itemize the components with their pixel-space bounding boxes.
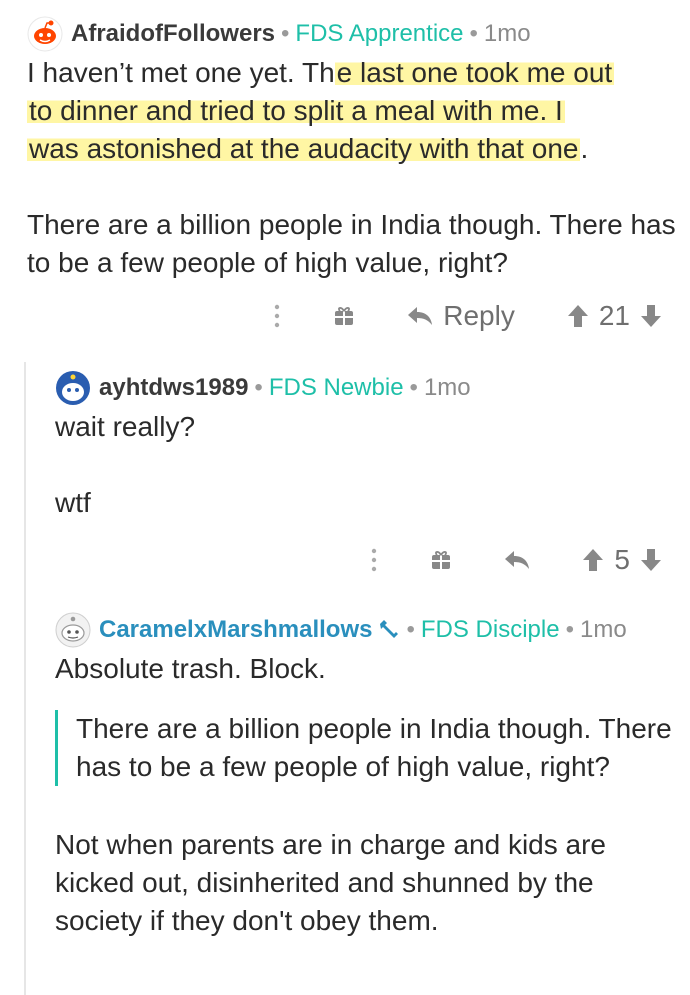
- moderator-wrench-icon: [380, 620, 399, 638]
- highlighted-text: was astonished at the audacity with that…: [27, 133, 581, 164]
- highlighted-text: e last one took me out: [334, 57, 615, 88]
- text-segment: .: [580, 133, 589, 164]
- award-button[interactable]: [333, 305, 355, 327]
- comment-age: 1mo: [579, 616, 627, 643]
- more-options-button[interactable]: [370, 547, 378, 573]
- comment-meta: ayhtdws1989 • FDS Newbie • 1mo: [55, 368, 675, 408]
- thread-indent-line: [24, 362, 26, 995]
- separator-dot: •: [406, 616, 415, 643]
- upvote-arrow-icon[interactable]: [567, 304, 589, 328]
- vote-controls: 5: [582, 544, 662, 576]
- more-vertical-icon: [372, 548, 377, 572]
- comment-paragraph: Not when parents are in charge and kids …: [55, 829, 606, 936]
- comment-actions: Reply 21: [221, 300, 662, 332]
- gift-icon: [335, 307, 354, 325]
- comment-body: I haven’t met one yet. The last one took…: [27, 54, 677, 282]
- comment-paragraph: wait really?: [55, 411, 196, 442]
- reply-label: Reply: [443, 300, 515, 331]
- award-button[interactable]: [430, 549, 452, 571]
- comment-meta: AfraidofFollowers • FDS Apprentice • 1mo: [27, 14, 677, 54]
- comment-afraidoffollowers: AfraidofFollowers • FDS Apprentice • 1mo…: [27, 14, 677, 282]
- vote-score: 21: [598, 300, 630, 331]
- upvote-arrow-icon[interactable]: [582, 548, 604, 572]
- downvote-arrow-icon[interactable]: [640, 304, 662, 328]
- user-flair: FDS Disciple: [420, 616, 560, 643]
- blockquote: There are a billion people in India thou…: [55, 710, 675, 786]
- username[interactable]: ayhtdws1989: [99, 374, 248, 402]
- comment-body: wait really? wtf: [55, 408, 675, 522]
- reply-button[interactable]: [504, 549, 530, 571]
- vote-controls: 21: [567, 300, 662, 332]
- more-options-button[interactable]: [273, 303, 281, 329]
- comment-paragraph: There are a billion people in India thou…: [27, 209, 676, 278]
- user-flair: FDS Newbie: [268, 374, 404, 401]
- separator-dot: •: [281, 20, 290, 47]
- username[interactable]: AfraidofFollowers: [71, 20, 275, 48]
- comment-age: 1mo: [423, 374, 471, 401]
- quoted-text: There are a billion people in India thou…: [76, 713, 672, 782]
- comment-paragraph: wtf: [55, 487, 91, 518]
- comment-age: 1mo: [483, 20, 531, 47]
- comment-body: Absolute trash. Block. There are a billi…: [55, 650, 675, 940]
- avatar[interactable]: [55, 612, 91, 648]
- reply-arrow-icon: [505, 551, 530, 569]
- gift-icon: [432, 551, 451, 569]
- separator-dot: •: [565, 616, 574, 643]
- username[interactable]: CaramelxMarshmallows: [99, 616, 372, 644]
- separator-dot: •: [469, 20, 478, 47]
- comment-meta: CaramelxMarshmallows • FDS Disciple • 1m…: [55, 610, 675, 650]
- user-flair: FDS Apprentice: [295, 20, 464, 47]
- text-segment: I haven’t met one yet. Th: [27, 57, 335, 88]
- avatar[interactable]: [55, 370, 91, 406]
- vote-score: 5: [614, 544, 630, 575]
- downvote-arrow-icon[interactable]: [640, 548, 662, 572]
- separator-dot: •: [409, 374, 418, 401]
- comment-paragraph: Absolute trash. Block.: [55, 653, 326, 684]
- comment-paragraph: I haven’t met one yet. The last one took…: [27, 54, 677, 168]
- highlighted-text: to dinner and tried to split a meal with…: [27, 95, 565, 126]
- reply-arrow-icon: [408, 307, 433, 325]
- comment-caramelxmarshmallows: CaramelxMarshmallows • FDS Disciple • 1m…: [55, 610, 675, 940]
- avatar[interactable]: [27, 16, 63, 52]
- comment-actions: 5: [318, 544, 662, 576]
- more-vertical-icon: [275, 304, 280, 328]
- comment-ayhtdws1989: ayhtdws1989 • FDS Newbie • 1mo wait real…: [55, 368, 675, 522]
- separator-dot: •: [254, 374, 263, 401]
- reply-button[interactable]: Reply: [407, 300, 515, 332]
